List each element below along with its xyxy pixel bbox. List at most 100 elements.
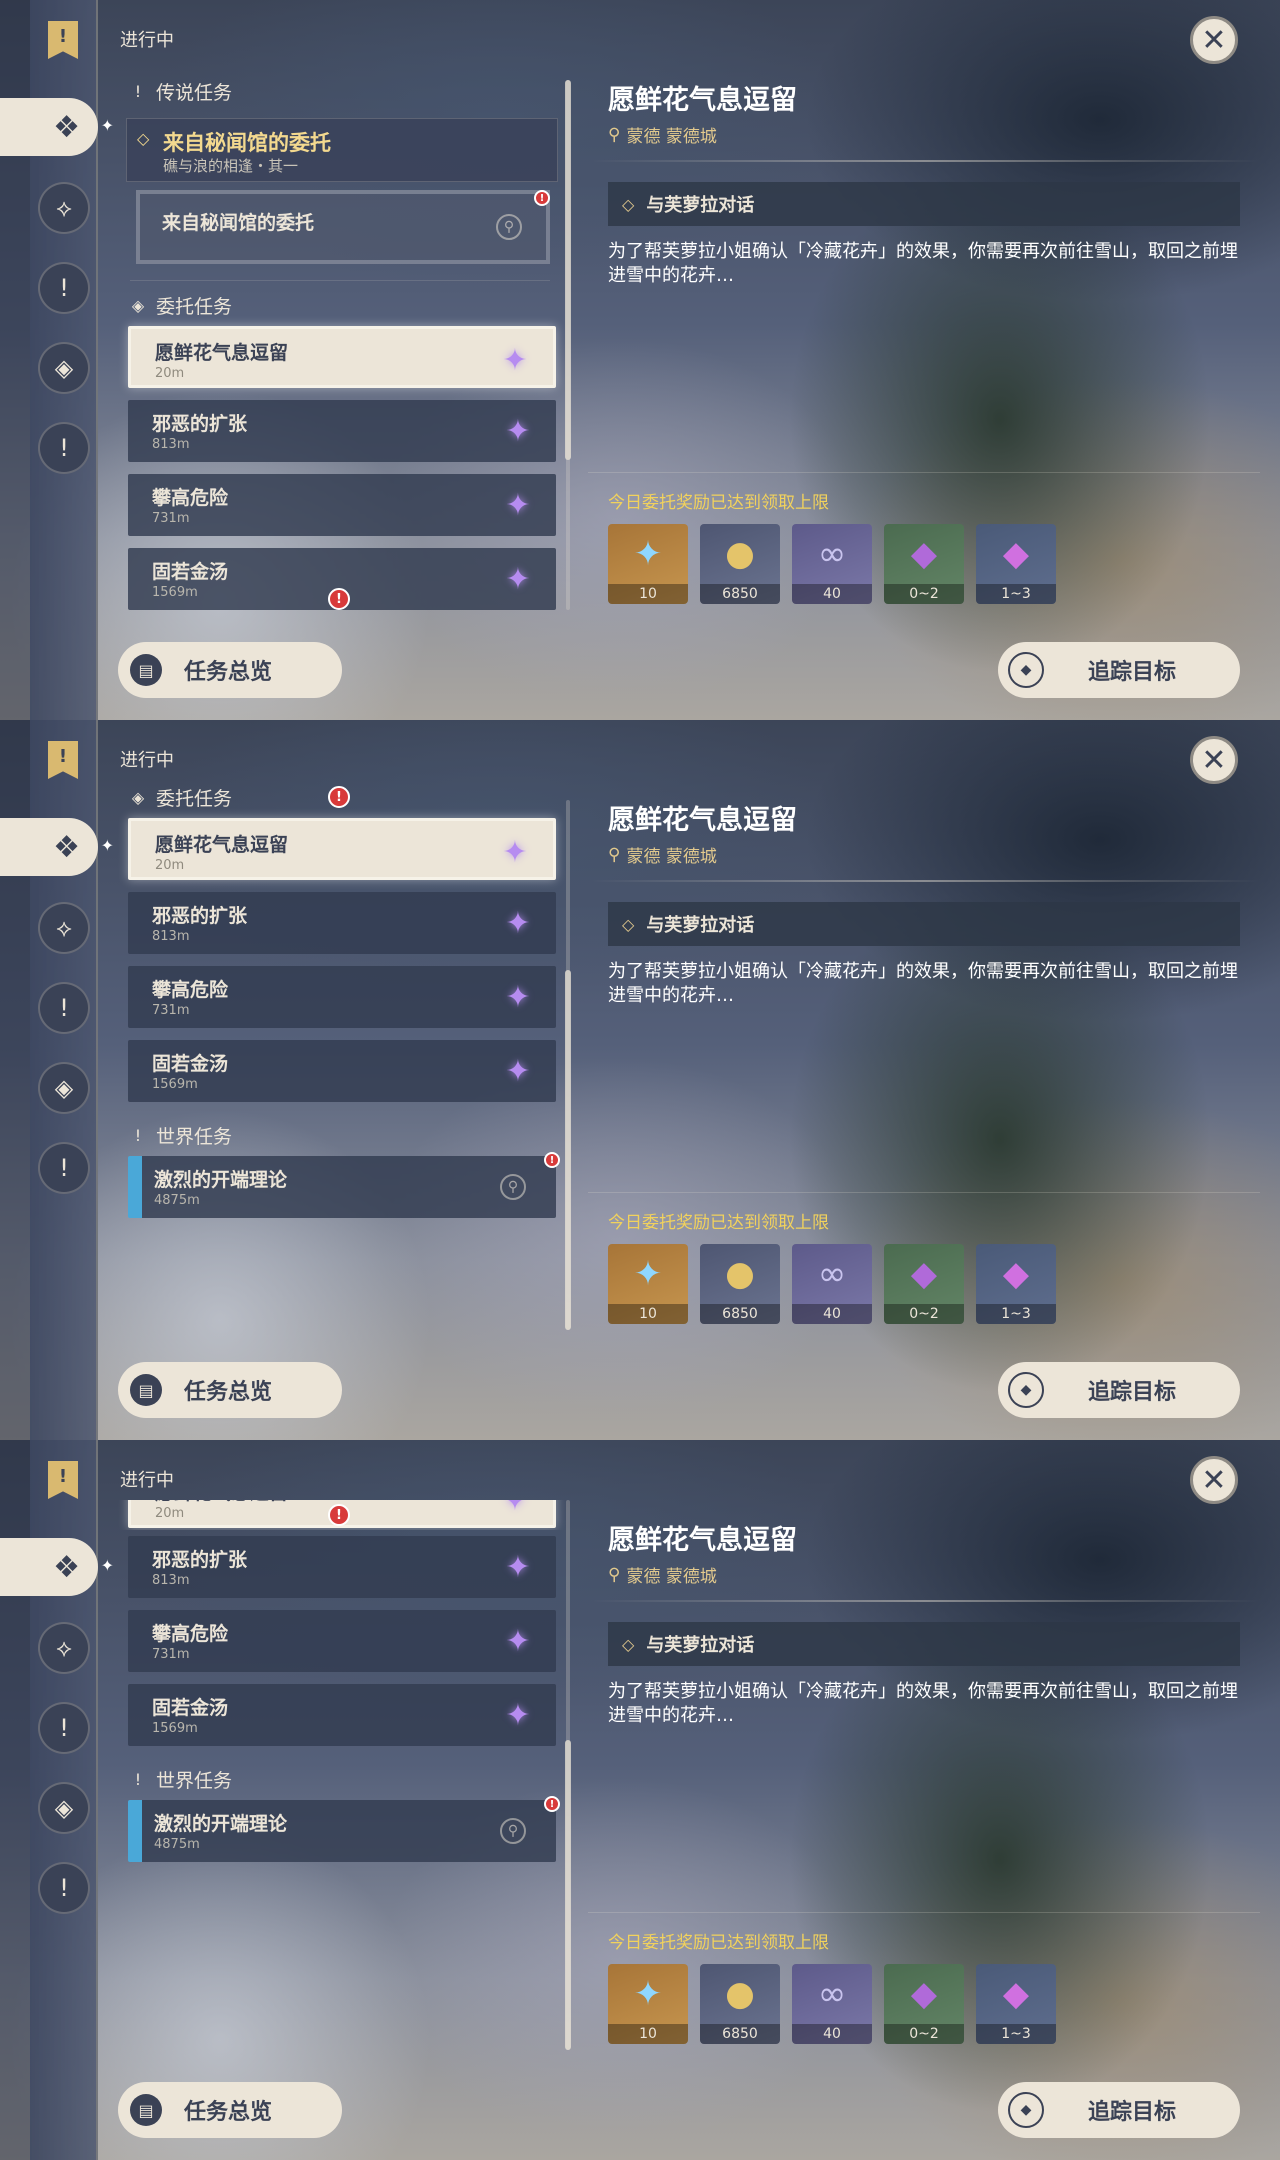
- diamond-cluster-icon: ❖: [53, 829, 80, 865]
- close-button[interactable]: ✕: [1190, 16, 1238, 64]
- map-pin-icon[interactable]: ⚲: [500, 1818, 526, 1844]
- reward-friendship[interactable]: ∞ 40: [792, 1964, 872, 2044]
- world-quest-item[interactable]: 激烈的开端理论 4875m ⚲ !: [128, 1796, 560, 1862]
- reward-adventure-exp[interactable]: ✦ 10: [608, 524, 688, 604]
- commission-star-icon: ✦: [505, 561, 531, 597]
- category-story-tab[interactable]: !: [38, 1702, 90, 1754]
- detail-title: 愿鲜花气息逗留: [608, 1525, 797, 1556]
- group-header-legend: ! 传说任务: [130, 76, 232, 106]
- category-world-tab[interactable]: !: [38, 422, 90, 474]
- story-icon: !: [59, 274, 69, 302]
- category-archon-tab[interactable]: ⟡: [38, 1622, 90, 1674]
- quest-item[interactable]: 固若金汤 1569m ✦: [128, 1040, 556, 1102]
- quest-item[interactable]: 邪恶的扩张 813m ✦: [128, 400, 556, 462]
- map-pin-icon[interactable]: ⚲: [496, 214, 522, 240]
- reward-friendship[interactable]: ∞ 40: [792, 524, 872, 604]
- quest-overview-button[interactable]: ▤ 任务总览: [118, 1362, 342, 1418]
- category-all-quests-tab[interactable]: ❖: [0, 1538, 114, 1596]
- category-all-quests-tab[interactable]: ❖: [0, 818, 114, 876]
- legend-quest-card[interactable]: ◇ 来自秘闻馆的委托 礁与浪的相逢・其一: [126, 118, 558, 182]
- track-target-button[interactable]: ◆ 追踪目标: [998, 1362, 1240, 1418]
- adventure-exp-icon: ✦: [633, 1254, 663, 1294]
- quest-distance: 813m: [152, 929, 190, 944]
- quest-name: 固若金汤: [152, 561, 229, 583]
- commission-star-icon: ✦: [505, 413, 531, 449]
- category-world-tab[interactable]: !: [38, 1862, 90, 1914]
- reward-crystal[interactable]: ◆ 0~2: [884, 1964, 964, 2044]
- track-target-button[interactable]: ◆ 追踪目标: [998, 2082, 1240, 2138]
- objective-diamond-icon: ◇: [622, 194, 635, 214]
- close-button[interactable]: ✕: [1190, 1456, 1238, 1504]
- quest-item[interactable]: 邪恶的扩张 813m ✦: [128, 1536, 556, 1598]
- category-archon-tab[interactable]: ⟡: [38, 902, 90, 954]
- close-icon: ✕: [1201, 742, 1227, 778]
- detail-location: ⚲ 蒙德 蒙德城: [608, 124, 717, 148]
- quest-distance: 4875m: [154, 1193, 200, 1208]
- scrollbar-thumb[interactable]: [565, 80, 571, 460]
- category-story-tab[interactable]: !: [38, 262, 90, 314]
- quest-distance: 813m: [152, 1573, 190, 1588]
- category-world-tab[interactable]: !: [38, 1142, 90, 1194]
- track-target-button[interactable]: ◆ 追踪目标: [998, 642, 1240, 698]
- reward-crystal[interactable]: ◆ 0~2: [884, 524, 964, 604]
- mora-coin-icon: ●: [725, 1254, 755, 1294]
- reward-adventure-exp[interactable]: ✦ 10: [608, 1244, 688, 1324]
- objective-bar: ◇ 与芙萝拉对话: [608, 1622, 1240, 1666]
- alert-badge: !: [544, 1152, 560, 1168]
- quest-distance: 4875m: [154, 1837, 200, 1852]
- detail-divider: [588, 1600, 1260, 1602]
- detail-divider: [588, 880, 1260, 882]
- reward-crystal-cluster[interactable]: ◆ 1~3: [976, 524, 1056, 604]
- objective-bar: ◇ 与芙萝拉对话: [608, 182, 1240, 226]
- reward-mora[interactable]: ● 6850: [700, 524, 780, 604]
- world-quest-item[interactable]: 激烈的开端理论 4875m ⚲ !: [128, 1152, 560, 1218]
- detail-divider: [588, 160, 1260, 162]
- objective-diamond-icon: ◇: [622, 914, 635, 934]
- group-header-commission: ◈ 委托任务: [131, 295, 233, 318]
- quest-name: 愿鲜花气息逗留: [155, 834, 289, 856]
- quest-item[interactable]: 邪恶的扩张 813m ✦: [128, 892, 556, 954]
- reward-divider: [588, 1192, 1260, 1193]
- reward-limit-note: 今日委托奖励已达到领取上限: [608, 493, 829, 513]
- quest-item[interactable]: 攀高危险 731m ✦: [128, 966, 556, 1028]
- reward-friendship[interactable]: ∞ 40: [792, 1244, 872, 1324]
- category-commission-tab[interactable]: ◈: [38, 1782, 90, 1834]
- reward-adventure-exp[interactable]: ✦ 10: [608, 1964, 688, 2044]
- quest-overview-button[interactable]: ▤ 任务总览: [118, 642, 342, 698]
- crystal-cluster-icon: ◆: [1002, 1254, 1030, 1294]
- quest-item-selected[interactable]: 愿鲜花气息逗留 20m ✦: [128, 818, 556, 880]
- scrollbar-thumb[interactable]: [565, 970, 571, 1330]
- quest-item[interactable]: 固若金汤 1569m ✦: [128, 1684, 556, 1746]
- quest-item-selected[interactable]: 愿鲜花气息逗留 20m ✦: [128, 326, 556, 388]
- category-archon-tab[interactable]: ⟡: [38, 182, 90, 234]
- group-header-world: ! 世界任务: [130, 1120, 232, 1150]
- quest-overview-button[interactable]: ▤ 任务总览: [118, 2082, 342, 2138]
- reward-crystal-cluster[interactable]: ◆ 1~3: [976, 1244, 1056, 1324]
- scroll-alert-badge: !: [328, 588, 350, 610]
- category-commission-tab[interactable]: ◈: [38, 342, 90, 394]
- close-button[interactable]: ✕: [1190, 736, 1238, 784]
- reward-crystal[interactable]: ◆ 0~2: [884, 1244, 964, 1324]
- map-pin-icon[interactable]: ⚲: [500, 1174, 526, 1200]
- reward-crystal-cluster[interactable]: ◆ 1~3: [976, 1964, 1056, 2044]
- quest-description: 为了帮芙萝拉小姐确认「冷藏花卉」的效果，你需要再次前往雪山，取回之前埋进雪中的花…: [608, 241, 1238, 286]
- reward-mora[interactable]: ● 6850: [700, 1244, 780, 1324]
- category-commission-tab[interactable]: ◈: [38, 1062, 90, 1114]
- quest-distance: 731m: [152, 1003, 190, 1018]
- world-quest-icon: !: [59, 1874, 69, 1902]
- commission-star-icon: ✦: [502, 342, 528, 378]
- category-all-quests-tab[interactable]: ❖: [0, 98, 114, 156]
- commission-star-icon: ✦: [505, 1623, 531, 1659]
- quest-item[interactable]: 攀高危险 731m ✦: [128, 1610, 556, 1672]
- reward-mora[interactable]: ● 6850: [700, 1964, 780, 2044]
- objective-diamond-icon: ◇: [622, 1634, 635, 1654]
- scrollbar-thumb[interactable]: [565, 1740, 571, 2050]
- legend-quest-subtitle: 礁与浪的相逢・其一: [163, 157, 299, 175]
- detail-title: 愿鲜花气息逗留: [608, 85, 797, 116]
- legend-quest-subitem[interactable]: 来自秘闻馆的委托 ⚲ !: [136, 190, 550, 264]
- category-story-tab[interactable]: !: [38, 982, 90, 1034]
- reward-divider: [588, 1912, 1260, 1913]
- quest-item[interactable]: 攀高危险 731m ✦: [128, 474, 556, 536]
- alert-badge: !: [534, 190, 550, 206]
- quest-name: 攀高危险: [152, 1623, 229, 1645]
